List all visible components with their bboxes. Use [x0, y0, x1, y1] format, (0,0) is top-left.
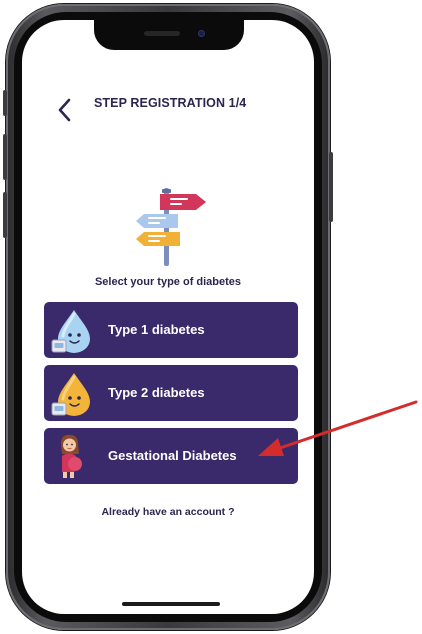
speaker-grille — [144, 31, 180, 36]
option-label: Type 1 diabetes — [108, 322, 205, 337]
pregnant-woman-icon — [61, 434, 82, 478]
home-indicator — [122, 602, 220, 606]
page-title: STEP REGISTRATION 1/4 — [94, 96, 247, 110]
blue-drop-mascot-icon — [51, 310, 90, 353]
option-label: Gestational Diabetes — [108, 448, 237, 463]
volume-down-button — [3, 192, 7, 238]
option-label: Type 2 diabetes — [108, 385, 205, 400]
mute-switch — [3, 90, 7, 116]
orange-drop-mascot-icon — [51, 373, 90, 416]
notch — [94, 20, 244, 50]
chevron-left-icon — [58, 98, 71, 122]
type-1-diabetes-option[interactable]: Type 1 diabetes — [44, 302, 298, 358]
red-arrow-icon — [258, 400, 418, 456]
already-have-account-link[interactable]: Already have an account ? — [22, 506, 314, 518]
back-button[interactable] — [52, 96, 76, 124]
signpost-icon — [136, 188, 206, 266]
volume-up-button — [3, 134, 7, 180]
front-camera — [198, 30, 205, 37]
diabetes-type-prompt: Select your type of diabetes — [94, 276, 242, 288]
power-button — [329, 152, 333, 222]
app-screen: STEP REGISTRATION 1/4 Select your type o… — [22, 20, 314, 614]
